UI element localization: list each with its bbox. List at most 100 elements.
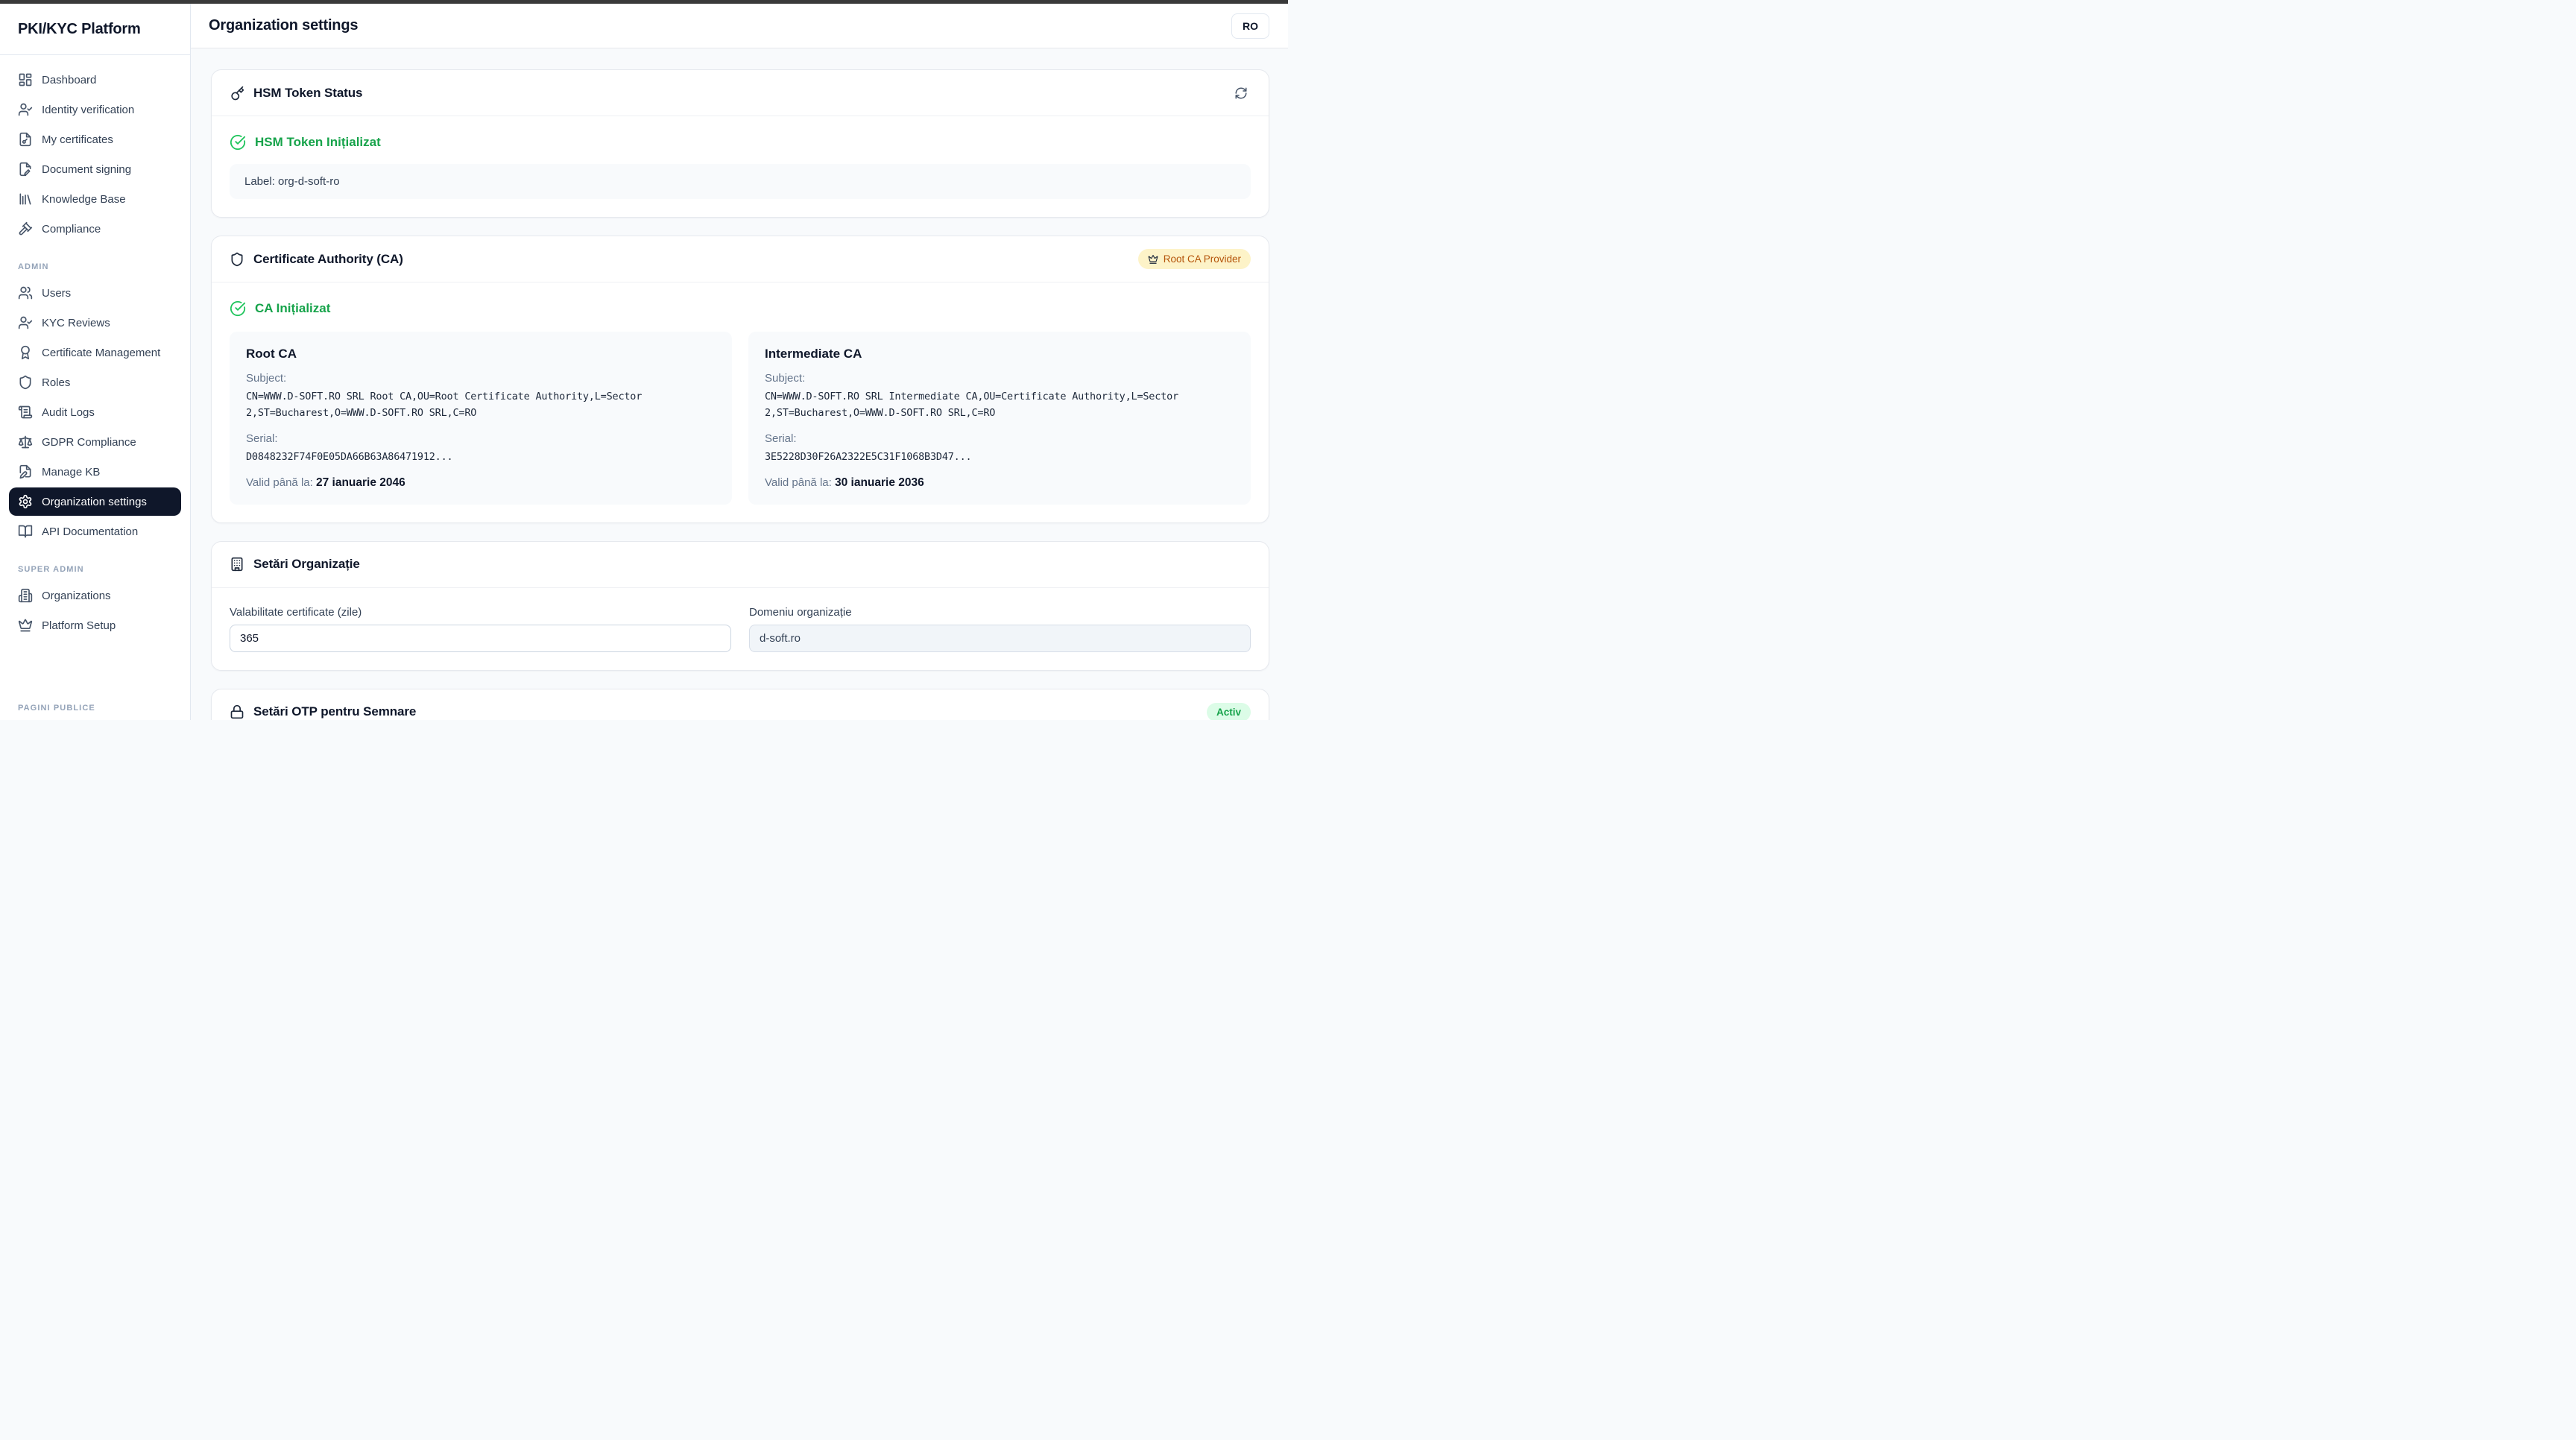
sidebar-item-label: Document signing — [42, 163, 131, 176]
sidebar-item-compliance[interactable]: Compliance — [9, 215, 181, 243]
ca-status-text: CA Inițializat — [255, 301, 330, 316]
hsm-token-label: Label: org-d-soft-ro — [230, 164, 1251, 199]
sidebar-item-label: Knowledge Base — [42, 193, 126, 206]
organization-domain-input — [749, 625, 1251, 652]
sidebar-item-roles[interactable]: Roles — [9, 368, 181, 397]
sidebar-item-users[interactable]: Users — [9, 279, 181, 307]
intermediate-ca-box: Intermediate CA Subject: CN=WWW.D-SOFT.R… — [748, 332, 1251, 505]
ca-card-body: CA Inițializat Root CA Subject: CN=WWW.D… — [212, 282, 1269, 522]
user-check-icon — [18, 102, 33, 117]
sidebar-item-label: Users — [42, 287, 71, 300]
sidebar-nav: Dashboard Identity verification My certi… — [0, 55, 190, 720]
page-title: Organization settings — [209, 17, 358, 34]
root-ca-title: Root CA — [246, 347, 716, 361]
sidebar-item-document-signing[interactable]: Document signing — [9, 155, 181, 183]
app-title: PKI/KYC Platform — [18, 21, 141, 38]
root-ca-subject-label: Subject: — [246, 372, 716, 385]
sidebar-item-gdpr-compliance[interactable]: GDPR Compliance — [9, 428, 181, 456]
sidebar-item-knowledge-base[interactable]: Knowledge Base — [9, 185, 181, 213]
root-ca-box: Root CA Subject: CN=WWW.D-SOFT.RO SRL Ro… — [230, 332, 732, 505]
sidebar-item-organizations[interactable]: Organizations — [9, 581, 181, 610]
root-ca-serial-value: D0848232F74F0E05DA66B63A86471912... — [246, 449, 716, 465]
file-key-icon — [18, 132, 33, 147]
sidebar-item-label: Dashboard — [42, 74, 96, 86]
users-icon — [18, 285, 33, 300]
hsm-status-row: HSM Token Inițializat — [230, 134, 1251, 151]
sidebar-item-kyc-reviews[interactable]: KYC Reviews — [9, 309, 181, 337]
intermediate-ca-valid-value: 30 ianuarie 2036 — [835, 476, 924, 489]
ca-status-row: CA Inițializat — [230, 300, 1251, 317]
sidebar-item-label: Audit Logs — [42, 406, 95, 419]
sidebar-item-api-documentation[interactable]: API Documentation — [9, 517, 181, 546]
sidebar-item-platform-setup[interactable]: Platform Setup — [9, 611, 181, 640]
crown-icon — [18, 618, 33, 633]
sidebar-item-certificate-management[interactable]: Certificate Management — [9, 338, 181, 367]
main-area: Organization settings RO HSM Token Statu… — [191, 4, 1288, 720]
sidebar-item-identity-verification[interactable]: Identity verification — [9, 95, 181, 124]
root-ca-valid-row: Valid până la: 27 ianuarie 2046 — [246, 476, 716, 490]
refresh-button[interactable] — [1231, 83, 1251, 103]
hsm-card-body: HSM Token Inițializat Label: org-d-soft-… — [212, 116, 1269, 217]
sidebar-item-label: API Documentation — [42, 525, 138, 538]
file-edit-icon — [18, 464, 33, 479]
building-2-icon — [18, 588, 33, 603]
settings-icon — [18, 494, 33, 509]
book-open-icon — [18, 524, 33, 539]
root-ca-subject-value: CN=WWW.D-SOFT.RO SRL Root CA,OU=Root Cer… — [246, 388, 716, 422]
sidebar-item-label: My certificates — [42, 133, 113, 146]
sidebar-item-label: Certificate Management — [42, 347, 160, 359]
root-ca-valid-value: 27 ianuarie 2046 — [316, 476, 405, 489]
sidebar-header: PKI/KYC Platform — [0, 4, 190, 55]
otp-card-title: Setări OTP pentru Semnare — [253, 704, 416, 719]
sidebar-item-label: Platform Setup — [42, 619, 116, 632]
certificate-validity-label: Valabilitate certificate (zile) — [230, 606, 731, 619]
sidebar: PKI/KYC Platform Dashboard Identity veri… — [0, 4, 191, 720]
org-card-title: Setări Organizație — [253, 557, 360, 572]
hsm-token-status-card: HSM Token Status HSM Token Inițializat L… — [211, 69, 1269, 218]
sidebar-item-organization-settings[interactable]: Organization settings — [9, 487, 181, 516]
file-pen-icon — [18, 162, 33, 177]
ca-card-title: Certificate Authority (CA) — [253, 252, 403, 267]
hsm-status-text: HSM Token Inițializat — [255, 135, 381, 150]
certificate-validity-input[interactable] — [230, 625, 731, 652]
intermediate-ca-serial-label: Serial: — [765, 432, 1234, 445]
sidebar-item-label: Compliance — [42, 223, 101, 236]
sidebar-item-label: KYC Reviews — [42, 317, 110, 329]
sidebar-item-label: Organizations — [42, 590, 111, 602]
sidebar-item-label: Roles — [42, 376, 70, 389]
org-card-body: Valabilitate certificate (zile) Domeniu … — [212, 588, 1269, 670]
language-button[interactable]: RO — [1231, 13, 1269, 39]
organization-domain-label: Domeniu organizație — [749, 606, 1251, 619]
ca-card-header: Certificate Authority (CA) Root CA Provi… — [212, 236, 1269, 282]
sidebar-item-dashboard[interactable]: Dashboard — [9, 66, 181, 94]
hsm-card-title: HSM Token Status — [253, 86, 362, 101]
ca-details-grid: Root CA Subject: CN=WWW.D-SOFT.RO SRL Ro… — [230, 332, 1251, 505]
sidebar-item-manage-kb[interactable]: Manage KB — [9, 458, 181, 486]
check-circle-icon — [230, 300, 246, 317]
refresh-icon — [1234, 86, 1248, 100]
sidebar-item-label: GDPR Compliance — [42, 436, 136, 449]
page-content: HSM Token Status HSM Token Inițializat L… — [191, 48, 1288, 720]
root-ca-provider-badge: Root CA Provider — [1138, 249, 1251, 269]
root-ca-serial-label: Serial: — [246, 432, 716, 445]
intermediate-ca-subject-label: Subject: — [765, 372, 1234, 385]
lock-icon — [230, 704, 244, 719]
root-ca-provider-badge-label: Root CA Provider — [1164, 253, 1241, 265]
intermediate-ca-valid-row: Valid până la: 30 ianuarie 2036 — [765, 476, 1234, 490]
intermediate-ca-valid-label: Valid până la: — [765, 476, 832, 489]
organization-domain-field-group: Domeniu organizație — [749, 606, 1251, 652]
shield-icon — [18, 375, 33, 390]
certificate-validity-field-group: Valabilitate certificate (zile) — [230, 606, 731, 652]
intermediate-ca-subject-value: CN=WWW.D-SOFT.RO SRL Intermediate CA,OU=… — [765, 388, 1234, 422]
sidebar-item-my-certificates[interactable]: My certificates — [9, 125, 181, 154]
gavel-icon — [18, 221, 33, 236]
otp-card-header: Setări OTP pentru Semnare Activ — [212, 689, 1269, 720]
sidebar-section-pagini-publice: PAGINI PUBLICE — [18, 704, 181, 713]
scroll-icon — [18, 405, 33, 420]
page-header: Organization settings RO — [191, 4, 1288, 48]
organization-settings-card: Setări Organizație Valabilitate certific… — [211, 541, 1269, 671]
sidebar-item-audit-logs[interactable]: Audit Logs — [9, 398, 181, 426]
intermediate-ca-title: Intermediate CA — [765, 347, 1234, 361]
org-settings-form: Valabilitate certificate (zile) Domeniu … — [230, 606, 1251, 652]
otp-active-badge: Activ — [1207, 703, 1251, 720]
